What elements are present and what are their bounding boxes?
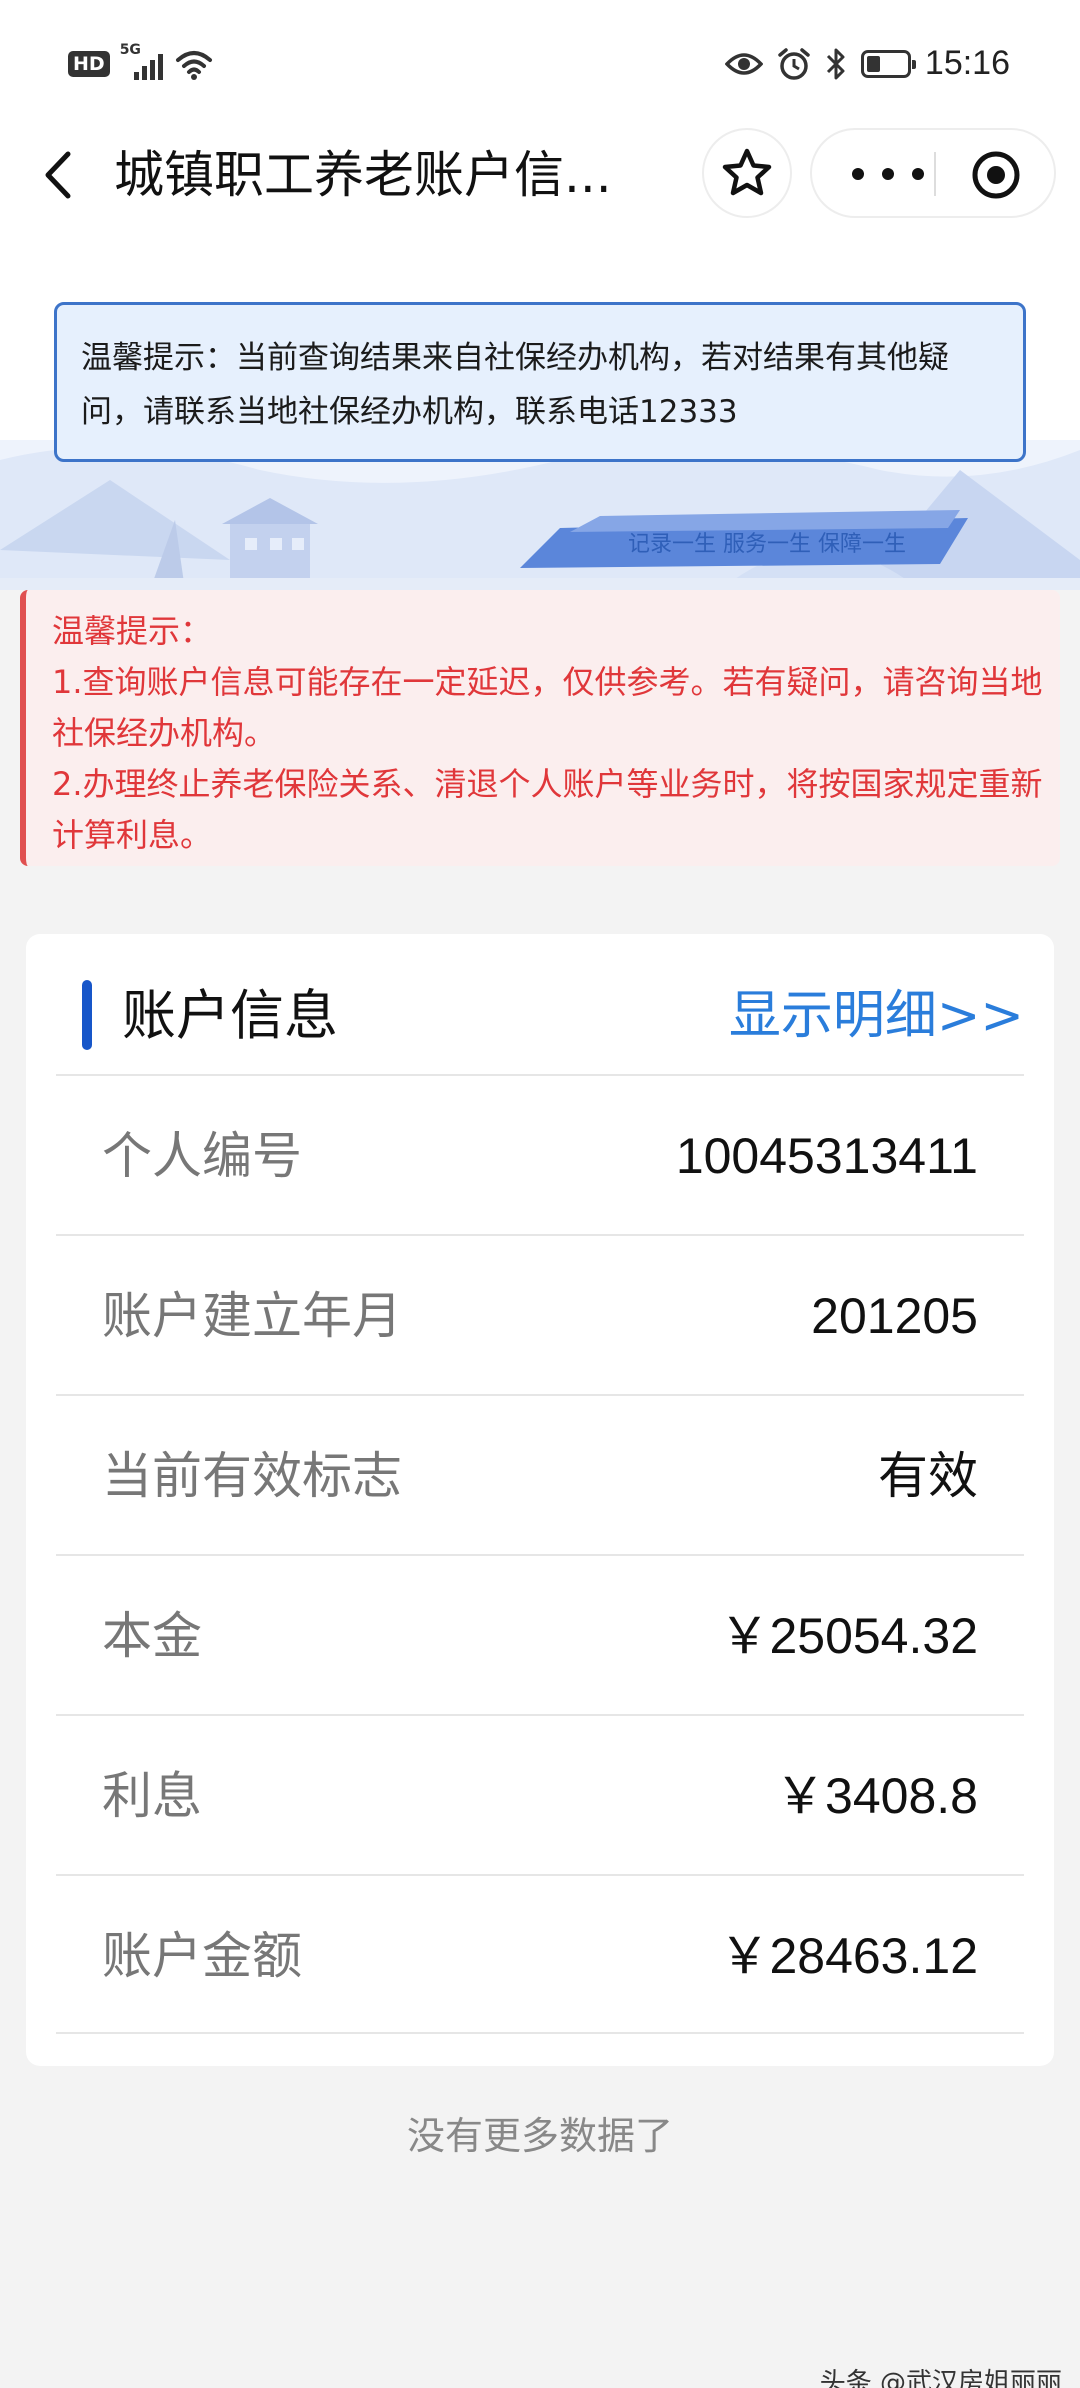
warning-notice: 温馨提示： 1.查询账户信息可能存在一定延迟，仅供参考。若有疑问，请咨询当地社保… [20, 590, 1060, 866]
hd-badge: HD [68, 51, 110, 77]
banner-illustration [0, 440, 1080, 590]
row-value: ￥3408.8 [775, 1768, 978, 1824]
row-personal-id: 个人编号 10045313411 [56, 1074, 1024, 1234]
row-balance: 账户金额 ￥28463.12 [56, 1874, 1024, 2034]
row-label: 当前有效标志 [102, 1447, 402, 1505]
watermark: 头条 @武汉房姐丽丽 [819, 2368, 1062, 2388]
battery-level [866, 55, 880, 72]
eye-icon [724, 52, 763, 75]
title-accent-bar [82, 980, 92, 1050]
bluetooth-icon [826, 48, 845, 79]
status-right: 15:16 [724, 44, 1010, 83]
row-value: 201205 [811, 1288, 978, 1344]
mini-program-capsule [810, 128, 1056, 218]
status-bar: HD 5G 15:16 [0, 0, 1080, 130]
row-interest: 利息 ￥3408.8 [56, 1714, 1024, 1874]
row-valid-flag: 当前有效标志 有效 [56, 1394, 1024, 1554]
row-value: 10045313411 [675, 1128, 978, 1184]
close-mini-program-icon[interactable] [970, 149, 1022, 201]
row-principal: 本金 ￥25054.32 [56, 1554, 1024, 1714]
row-value: ￥25054.32 [719, 1608, 978, 1664]
card-header: 账户信息 显示明细>> [26, 934, 1054, 1076]
warning-title: 温馨提示： [52, 612, 213, 650]
row-label: 利息 [102, 1767, 202, 1825]
card-title: 账户信息 [122, 984, 338, 1047]
row-label: 账户金额 [102, 1927, 302, 1985]
page-title: 城镇职工养老账户信... [114, 146, 612, 204]
star-icon [722, 148, 772, 196]
capsule-divider [934, 152, 936, 196]
info-notice: 温馨提示：当前查询结果来自社保经办机构，若对结果有其他疑问，请联系当地社保经办机… [54, 302, 1026, 462]
row-label: 本金 [102, 1607, 202, 1665]
banner-slogan: 记录一生 服务一生 保障一生 [628, 532, 906, 557]
show-details-link[interactable]: 显示明细>> [729, 984, 1024, 1048]
row-value: ￥28463.12 [719, 1928, 978, 1984]
account-rows: 个人编号 10045313411 账户建立年月 201205 当前有效标志 有效… [56, 1074, 1024, 2034]
back-arrow-icon[interactable] [34, 140, 84, 210]
warning-line-2: 2.办理终止养老保险关系、清退个人账户等业务时，将按国家规定重新计算利息。 [52, 765, 1043, 854]
wifi-icon [175, 51, 212, 80]
warning-line-1: 1.查询账户信息可能存在一定延迟，仅供参考。若有疑问，请咨询当地社保经办机构。 [52, 663, 1043, 752]
more-icon[interactable] [852, 152, 924, 196]
favorite-button[interactable] [702, 128, 792, 218]
row-established: 账户建立年月 201205 [56, 1234, 1024, 1394]
account-info-card: 账户信息 显示明细>> 个人编号 10045313411 账户建立年月 2012… [26, 934, 1054, 2066]
battery-icon [860, 49, 916, 78]
no-more-data-text: 没有更多数据了 [406, 2114, 673, 2158]
clock: 15:16 [924, 44, 1010, 82]
row-label: 账户建立年月 [102, 1287, 402, 1345]
status-left: HD 5G [68, 42, 214, 82]
row-label: 个人编号 [102, 1127, 302, 1185]
alarm-icon [778, 47, 810, 80]
signal-icon: 5G [120, 42, 164, 82]
row-value: 有效 [878, 1448, 978, 1504]
